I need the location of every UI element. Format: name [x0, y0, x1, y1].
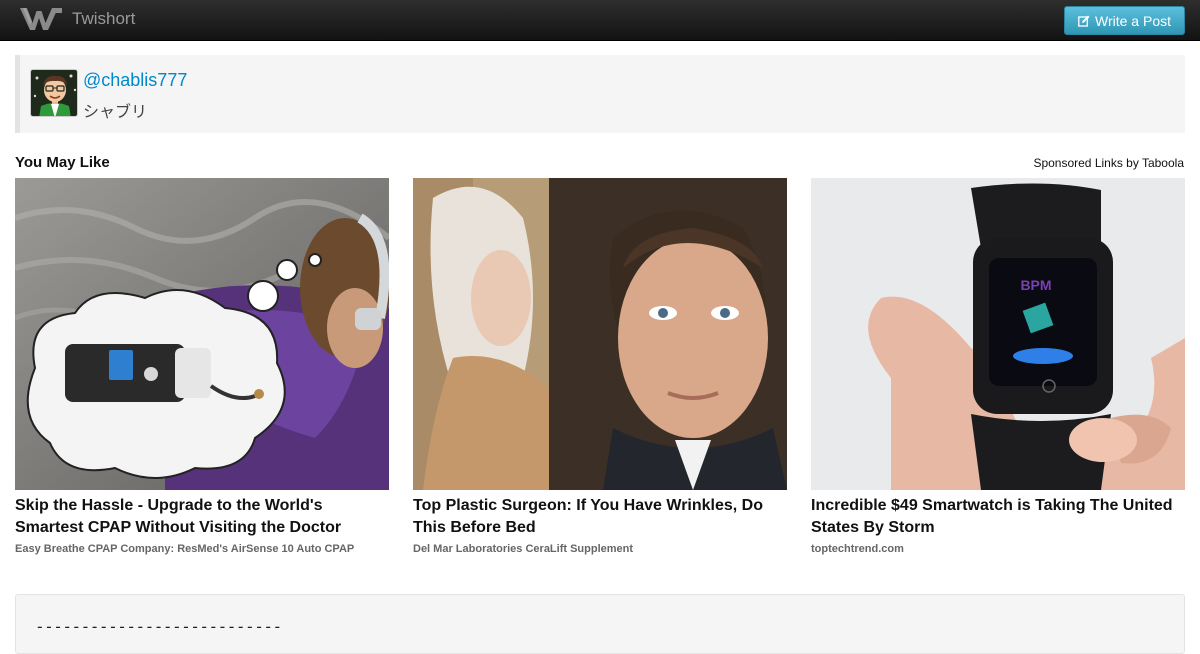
ad-title[interactable]: Incredible $49 Smartwatch is Taking The …: [811, 495, 1185, 539]
profile-card: @chablis777 シャブリ: [15, 55, 1185, 133]
recommendations-heading: You May Like: [15, 154, 110, 171]
twishort-logo-icon[interactable]: [18, 5, 64, 33]
ad-title[interactable]: Top Plastic Surgeon: If You Have Wrinkle…: [413, 495, 787, 539]
ad-source[interactable]: toptechtrend.com: [811, 543, 1185, 555]
watch-screen-text: BPM: [1020, 277, 1051, 293]
write-post-button[interactable]: Write a Post: [1064, 6, 1185, 35]
post-content: ---------------------------: [15, 594, 1185, 654]
ad-title[interactable]: Skip the Hassle - Upgrade to the World's…: [15, 495, 389, 539]
profile-handle-link[interactable]: @chablis777: [83, 70, 187, 91]
smartwatch-ad-image[interactable]: BPM: [811, 178, 1185, 490]
plastic-surgeon-ad-image[interactable]: [413, 178, 787, 490]
edit-icon: [1078, 15, 1090, 27]
post-text: ---------------------------: [35, 617, 282, 636]
recommendation-card[interactable]: BPM Incredible $49 Smartwatch is Taking …: [811, 178, 1185, 555]
recommendation-card[interactable]: Skip the Hassle - Upgrade to the World's…: [15, 178, 389, 555]
profile-display-name: シャブリ: [83, 102, 148, 121]
cpap-ad-image[interactable]: [15, 178, 389, 490]
avatar[interactable]: [30, 69, 78, 117]
write-post-label: Write a Post: [1095, 12, 1171, 29]
brand-name[interactable]: Twishort: [72, 9, 135, 29]
ad-source[interactable]: Easy Breathe CPAP Company: ResMed's AirS…: [15, 543, 389, 555]
navbar: Twishort Write a Post: [0, 0, 1200, 41]
ad-source[interactable]: Del Mar Laboratories CeraLift Supplement: [413, 543, 787, 555]
sponsored-links-label[interactable]: Sponsored Links by Taboola: [1033, 156, 1184, 170]
recommendation-card[interactable]: Top Plastic Surgeon: If You Have Wrinkle…: [413, 178, 787, 555]
